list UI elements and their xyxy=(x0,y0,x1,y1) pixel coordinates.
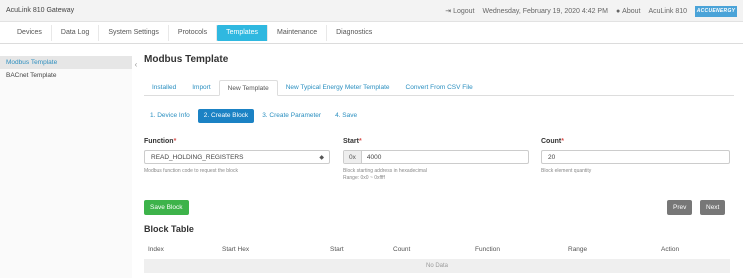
wizard-steps: 1. Device Info 2. Create Block 3. Create… xyxy=(144,109,363,123)
block-table-empty: No Data xyxy=(144,259,730,273)
chevron-down-icon: ◆ xyxy=(319,155,324,161)
step-create-block[interactable]: 2. Create Block xyxy=(197,109,255,123)
step-create-parameter[interactable]: 3. Create Parameter xyxy=(256,109,327,123)
count-label-text: Count xyxy=(541,138,562,145)
about-label: About xyxy=(622,7,641,15)
tab-convert-from-csv[interactable]: Convert From CSV File xyxy=(398,80,481,96)
block-table-header: Index Start Hex Start Count Function Ran… xyxy=(144,245,730,257)
block-table-title: Block Table xyxy=(144,224,194,234)
col-start-hex[interactable]: Start Hex xyxy=(222,246,249,253)
sidebar: Modbus Template BACnet Template xyxy=(0,56,132,278)
step-device-info[interactable]: 1. Device Info xyxy=(144,109,196,123)
start-help-1: Block starting address in hexadecimal xyxy=(343,168,427,174)
brand-logo: ACCUENERGY xyxy=(695,5,737,17)
info-icon: ● xyxy=(615,7,621,15)
hex-prefix: 0x xyxy=(344,151,362,163)
count-label: Count* xyxy=(541,138,564,145)
datetime: Wednesday, February 19, 2020 4:42 PM xyxy=(482,7,608,15)
function-help: Modbus function code to request the bloc… xyxy=(144,168,238,174)
sidebar-item-bacnet-template[interactable]: BACnet Template xyxy=(0,69,132,82)
top-bar: AcuLink 810 Gateway ⇥ Logout Wednesday, F… xyxy=(0,0,743,22)
sidebar-item-modbus-template[interactable]: Modbus Template xyxy=(0,56,132,69)
device-name: AcuLink 810 xyxy=(648,7,687,15)
tab-installed[interactable]: Installed xyxy=(144,80,184,96)
app-title: AcuLink 810 Gateway xyxy=(6,7,75,14)
main-content: Modbus Template Installed Import New Tem… xyxy=(144,52,734,273)
tab-new-template[interactable]: New Template xyxy=(218,80,278,96)
col-index[interactable]: Index xyxy=(148,246,164,253)
col-action[interactable]: Action xyxy=(661,246,679,253)
required-mark: * xyxy=(358,138,362,145)
nav-data-log[interactable]: Data Log xyxy=(52,24,100,41)
col-range[interactable]: Range xyxy=(568,246,587,253)
count-field[interactable]: 20 xyxy=(541,150,730,164)
col-count[interactable]: Count xyxy=(393,246,410,253)
required-mark: * xyxy=(561,138,564,145)
count-value: 20 xyxy=(548,153,556,161)
step-save[interactable]: 4. Save xyxy=(329,109,363,123)
function-label: Function* xyxy=(144,138,176,145)
logout-icon: ⇥ xyxy=(445,8,452,15)
tab-new-typical-energy-meter-template[interactable]: New Typical Energy Meter Template xyxy=(278,80,398,96)
nav-system-settings[interactable]: System Settings xyxy=(99,24,169,41)
function-select[interactable]: READ_HOLDING_REGISTERS ◆ xyxy=(144,150,330,164)
nav-diagnostics[interactable]: Diagnostics xyxy=(327,25,381,41)
col-start[interactable]: Start xyxy=(330,246,344,253)
start-field[interactable]: 0x 4000 xyxy=(343,150,529,164)
nav-maintenance[interactable]: Maintenance xyxy=(268,24,328,41)
nav-protocols[interactable]: Protocols xyxy=(169,24,218,41)
logout-label: Logout xyxy=(453,8,475,15)
top-bar-right: ⇥ Logout Wednesday, February 19, 2020 4:4… xyxy=(445,4,737,18)
next-button[interactable]: Next xyxy=(700,200,726,215)
page-title: Modbus Template xyxy=(144,54,229,65)
count-help: Block element quantity xyxy=(541,168,592,174)
function-label-text: Function xyxy=(144,138,174,145)
nav-devices[interactable]: Devices xyxy=(8,24,52,41)
start-label: Start* xyxy=(343,138,362,145)
start-help-2: Range: 0x0 ~ 0xffff xyxy=(343,175,385,181)
prev-button[interactable]: Prev xyxy=(667,200,693,215)
required-mark: * xyxy=(173,138,177,145)
template-tabs: Installed Import New Template New Typica… xyxy=(144,80,734,96)
save-block-button[interactable]: Save Block xyxy=(144,200,189,215)
nav-templates[interactable]: Templates xyxy=(217,24,268,41)
logout-link[interactable]: ⇥ Logout xyxy=(445,7,474,15)
about-link[interactable]: ● About xyxy=(616,8,641,15)
sidebar-collapse-icon[interactable]: ‹ xyxy=(132,60,140,72)
function-value: READ_HOLDING_REGISTERS xyxy=(151,153,244,161)
tab-import[interactable]: Import xyxy=(184,80,218,96)
main-nav: Devices Data Log System Settings Protoco… xyxy=(0,22,743,44)
col-function[interactable]: Function xyxy=(475,246,500,253)
start-label-text: Start xyxy=(343,138,359,145)
start-value: 4000 xyxy=(366,153,382,161)
